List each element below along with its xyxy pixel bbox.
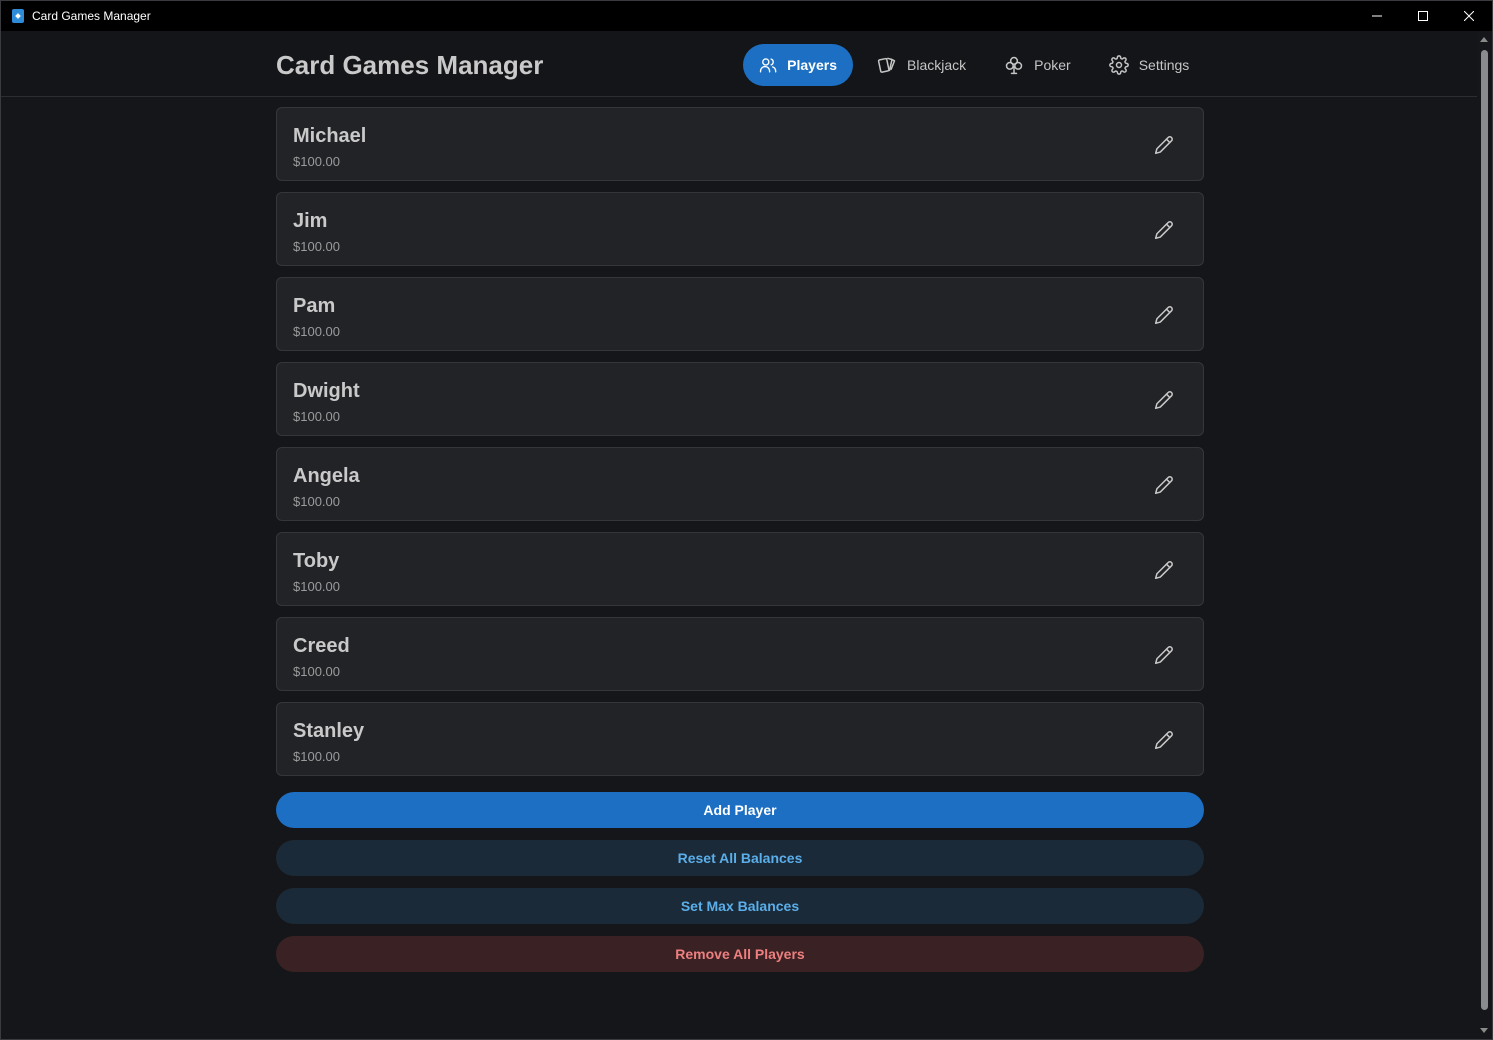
- tab-blackjack[interactable]: Blackjack: [861, 44, 982, 86]
- maximize-button[interactable]: [1400, 1, 1446, 31]
- player-name: Michael: [293, 125, 367, 147]
- edit-player-button[interactable]: [1151, 387, 1177, 413]
- player-name: Jim: [293, 210, 328, 232]
- player-card: Pam $100.00: [276, 277, 1204, 351]
- scroll-down-arrow-icon[interactable]: [1480, 1028, 1488, 1033]
- tab-settings[interactable]: Settings: [1093, 44, 1206, 86]
- tab-blackjack-label: Blackjack: [907, 57, 967, 73]
- player-card: Dwight $100.00: [276, 362, 1204, 436]
- pencil-icon: [1154, 476, 1173, 495]
- player-balance: $100.00: [293, 154, 340, 169]
- users-icon: [759, 58, 777, 73]
- edit-player-button[interactable]: [1151, 302, 1177, 328]
- player-balance: $100.00: [293, 239, 340, 254]
- app-icon: [12, 9, 24, 23]
- player-card: Creed $100.00: [276, 617, 1204, 691]
- edit-player-button[interactable]: [1151, 472, 1177, 498]
- edit-player-button[interactable]: [1151, 727, 1177, 753]
- close-icon: [1464, 11, 1474, 21]
- player-name: Stanley: [293, 720, 365, 742]
- page-title: Card Games Manager: [276, 50, 544, 80]
- app-window: Card Games Manager Card Games Manager Pl…: [0, 0, 1493, 1040]
- player-balance: $100.00: [293, 749, 340, 764]
- player-name: Creed: [293, 635, 350, 657]
- close-button[interactable]: [1446, 1, 1492, 31]
- player-card: Angela $100.00: [276, 447, 1204, 521]
- pencil-icon: [1154, 561, 1173, 580]
- player-name: Toby: [293, 550, 340, 572]
- player-name: Angela: [293, 465, 360, 487]
- reset-balances-button[interactable]: Reset All Balances: [276, 840, 1204, 876]
- player-balance: $100.00: [293, 579, 340, 594]
- scroll-thumb[interactable]: [1481, 50, 1488, 1010]
- player-balance: $100.00: [293, 494, 340, 509]
- minimize-button[interactable]: [1354, 1, 1400, 31]
- pencil-icon: [1154, 306, 1173, 325]
- add-player-button[interactable]: Add Player: [276, 792, 1204, 828]
- maximize-icon: [1418, 11, 1428, 21]
- pencil-icon: [1154, 646, 1173, 665]
- action-buttons: Add Player Reset All Balances Set Max Ba…: [276, 792, 1204, 984]
- title-bar: Card Games Manager: [1, 1, 1492, 31]
- main-nav: Players Blackjack Poker Settings: [743, 44, 1205, 86]
- player-card: Stanley $100.00: [276, 702, 1204, 776]
- tab-settings-label: Settings: [1138, 57, 1190, 73]
- window-title: Card Games Manager: [32, 9, 151, 23]
- tab-players-label: Players: [787, 57, 837, 73]
- cards-icon: [877, 57, 896, 73]
- player-list: Michael $100.00 Jim $100.00 Pam $100.00 …: [276, 107, 1204, 787]
- scroll-up-arrow-icon[interactable]: [1480, 37, 1488, 42]
- player-balance: $100.00: [293, 409, 340, 424]
- pencil-icon: [1154, 731, 1173, 750]
- pencil-icon: [1154, 221, 1173, 240]
- edit-player-button[interactable]: [1151, 217, 1177, 243]
- player-card: Toby $100.00: [276, 532, 1204, 606]
- tab-poker-label: Poker: [1034, 57, 1071, 73]
- pencil-icon: [1154, 136, 1173, 155]
- tab-players[interactable]: Players: [743, 44, 853, 86]
- player-name: Pam: [293, 295, 336, 317]
- club-icon: [1005, 56, 1023, 75]
- player-name: Dwight: [293, 380, 360, 402]
- player-balance: $100.00: [293, 664, 340, 679]
- edit-player-button[interactable]: [1151, 557, 1177, 583]
- pencil-icon: [1154, 391, 1173, 410]
- set-max-balances-button[interactable]: Set Max Balances: [276, 888, 1204, 924]
- minimize-icon: [1372, 15, 1382, 17]
- edit-player-button[interactable]: [1151, 132, 1177, 158]
- app-header: Card Games Manager Players Blackjack Pok…: [1, 31, 1477, 97]
- window-controls: [1354, 1, 1492, 31]
- edit-player-button[interactable]: [1151, 642, 1177, 668]
- tab-poker[interactable]: Poker: [988, 44, 1087, 86]
- remove-all-players-button[interactable]: Remove All Players: [276, 936, 1204, 972]
- player-card: Jim $100.00: [276, 192, 1204, 266]
- player-card: Michael $100.00: [276, 107, 1204, 181]
- gear-icon: [1108, 55, 1129, 75]
- vertical-scrollbar[interactable]: [1477, 31, 1492, 1039]
- player-balance: $100.00: [293, 324, 340, 339]
